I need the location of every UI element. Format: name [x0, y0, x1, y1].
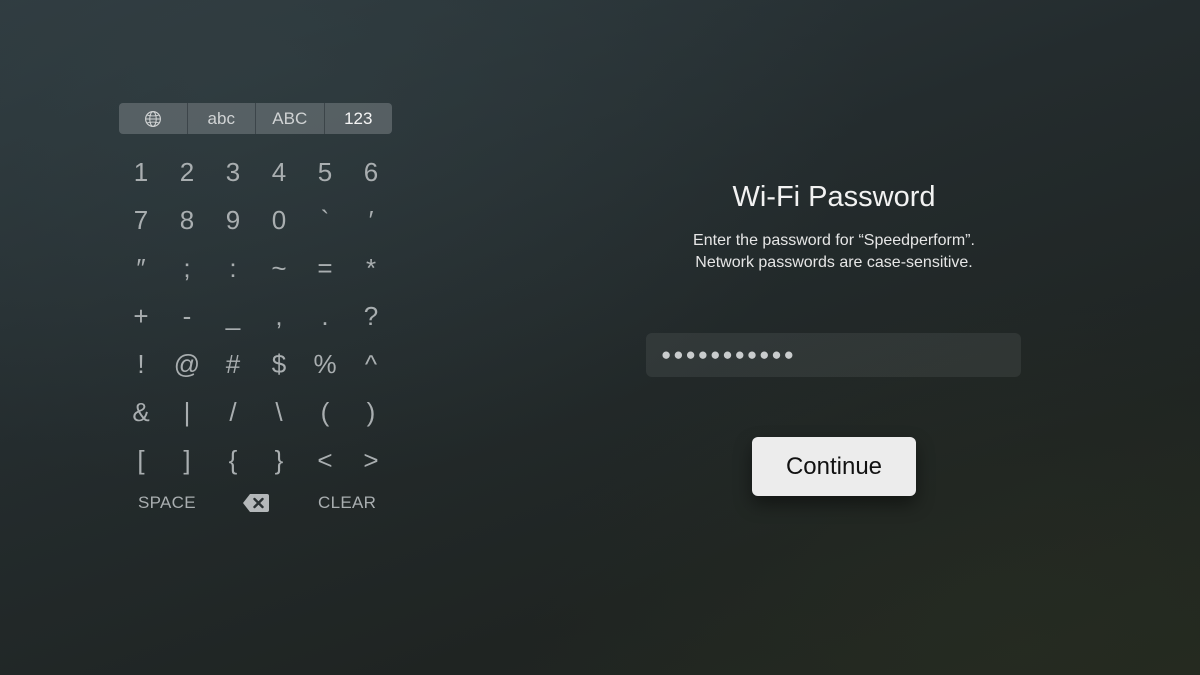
keyboard-key-grid: 1 2 3 4 5 6 7 8 9 0 ` ′ ″ ; : ~ = * + - … [118, 148, 394, 484]
key-colon[interactable]: : [210, 244, 256, 292]
key-equals[interactable]: = [302, 244, 348, 292]
key-backtick[interactable]: ` [302, 196, 348, 244]
continue-button[interactable]: Continue [752, 437, 916, 496]
key-minus[interactable]: - [164, 292, 210, 340]
key-plus[interactable]: + [118, 292, 164, 340]
key-prime[interactable]: ′ [348, 196, 394, 244]
password-masked-value: ●●●●●●●●●●● [661, 345, 796, 364]
clear-key[interactable]: CLEAR [318, 488, 376, 518]
key-at[interactable]: @ [164, 340, 210, 388]
key-ampersand[interactable]: & [118, 388, 164, 436]
globe-icon [144, 110, 161, 127]
key-pipe[interactable]: | [164, 388, 210, 436]
keyboard-mode-selector: abc ABC 123 [119, 103, 392, 134]
mode-tab-lowercase[interactable]: abc [188, 103, 256, 134]
key-1[interactable]: 1 [118, 148, 164, 196]
key-3[interactable]: 3 [210, 148, 256, 196]
key-7[interactable]: 7 [118, 196, 164, 244]
keyboard-bottom-row: SPACE CLEAR [118, 488, 394, 518]
key-open-brace[interactable]: { [210, 436, 256, 484]
key-4[interactable]: 4 [256, 148, 302, 196]
mode-tab-language[interactable] [119, 103, 188, 134]
key-caret[interactable]: ^ [348, 340, 394, 388]
key-0[interactable]: 0 [256, 196, 302, 244]
subtitle-line-1: Enter the password for “Speedperform”. [693, 232, 975, 249]
key-dollar[interactable]: $ [256, 340, 302, 388]
key-percent[interactable]: % [302, 340, 348, 388]
key-slash[interactable]: / [210, 388, 256, 436]
delete-backspace-icon [243, 494, 269, 512]
key-question[interactable]: ? [348, 292, 394, 340]
subtitle-line-2: Network passwords are case-sensitive. [695, 254, 973, 271]
key-tilde[interactable]: ~ [256, 244, 302, 292]
key-5[interactable]: 5 [302, 148, 348, 196]
key-close-bracket[interactable]: ] [164, 436, 210, 484]
key-exclamation[interactable]: ! [118, 340, 164, 388]
key-close-paren[interactable]: ) [348, 388, 394, 436]
key-close-brace[interactable]: } [256, 436, 302, 484]
key-open-paren[interactable]: ( [302, 388, 348, 436]
key-backslash[interactable]: \ [256, 388, 302, 436]
dialog-title: Wi-Fi Password [732, 181, 936, 213]
key-less-than[interactable]: < [302, 436, 348, 484]
key-hash[interactable]: # [210, 340, 256, 388]
key-underscore[interactable]: _ [210, 292, 256, 340]
key-6[interactable]: 6 [348, 148, 394, 196]
key-greater-than[interactable]: > [348, 436, 394, 484]
key-double-prime[interactable]: ″ [118, 244, 164, 292]
password-field[interactable]: ●●●●●●●●●●● [646, 333, 1021, 377]
delete-key[interactable] [242, 488, 270, 518]
mode-tab-uppercase[interactable]: ABC [256, 103, 325, 134]
key-8[interactable]: 8 [164, 196, 210, 244]
key-semicolon[interactable]: ; [164, 244, 210, 292]
key-asterisk[interactable]: * [348, 244, 394, 292]
key-comma[interactable]: , [256, 292, 302, 340]
key-period[interactable]: . [302, 292, 348, 340]
space-key[interactable]: SPACE [138, 488, 196, 518]
key-open-bracket[interactable]: [ [118, 436, 164, 484]
key-9[interactable]: 9 [210, 196, 256, 244]
dialog-subtitle: Enter the password for “Speedperform”. N… [634, 230, 1034, 274]
mode-tab-numbers[interactable]: 123 [325, 103, 393, 134]
key-2[interactable]: 2 [164, 148, 210, 196]
